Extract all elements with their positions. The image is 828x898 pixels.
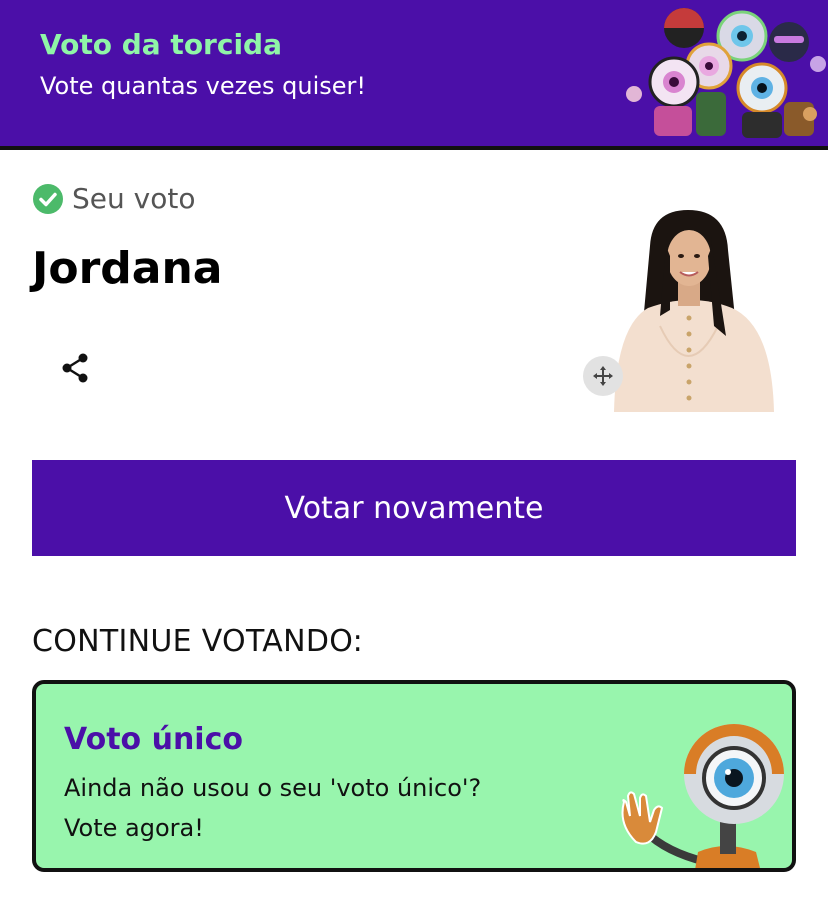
vote-status: Seu voto bbox=[32, 182, 195, 215]
move-arrows-icon bbox=[593, 366, 613, 386]
mascots-illustration bbox=[626, 8, 826, 138]
eye-robot-mascot bbox=[621, 724, 784, 868]
continue-voting-heading: CONTINUE VOTANDO: bbox=[32, 624, 364, 659]
candidate-name: Jordana bbox=[32, 243, 223, 294]
share-icon[interactable] bbox=[58, 350, 94, 386]
single-vote-title: Voto único bbox=[64, 722, 243, 757]
single-vote-description: Ainda não usou o seu 'voto único'? Vote … bbox=[64, 768, 481, 848]
header-banner: Voto da torcida Vote quantas vezes quise… bbox=[0, 0, 828, 150]
candidate-photo bbox=[600, 206, 780, 412]
header-title: Voto da torcida bbox=[40, 28, 282, 61]
header-subtitle: Vote quantas vezes quiser! bbox=[40, 72, 366, 100]
single-vote-line-2: Vote agora! bbox=[64, 814, 204, 842]
vote-again-button[interactable]: Votar novamente bbox=[32, 460, 796, 556]
vote-status-label: Seu voto bbox=[72, 182, 196, 215]
single-vote-line-1: Ainda não usou o seu 'voto único'? bbox=[64, 774, 482, 802]
single-vote-card[interactable]: Voto único Ainda não usou o seu 'voto ún… bbox=[32, 680, 796, 872]
check-circle-icon bbox=[33, 183, 63, 214]
move-handle[interactable] bbox=[583, 356, 623, 396]
